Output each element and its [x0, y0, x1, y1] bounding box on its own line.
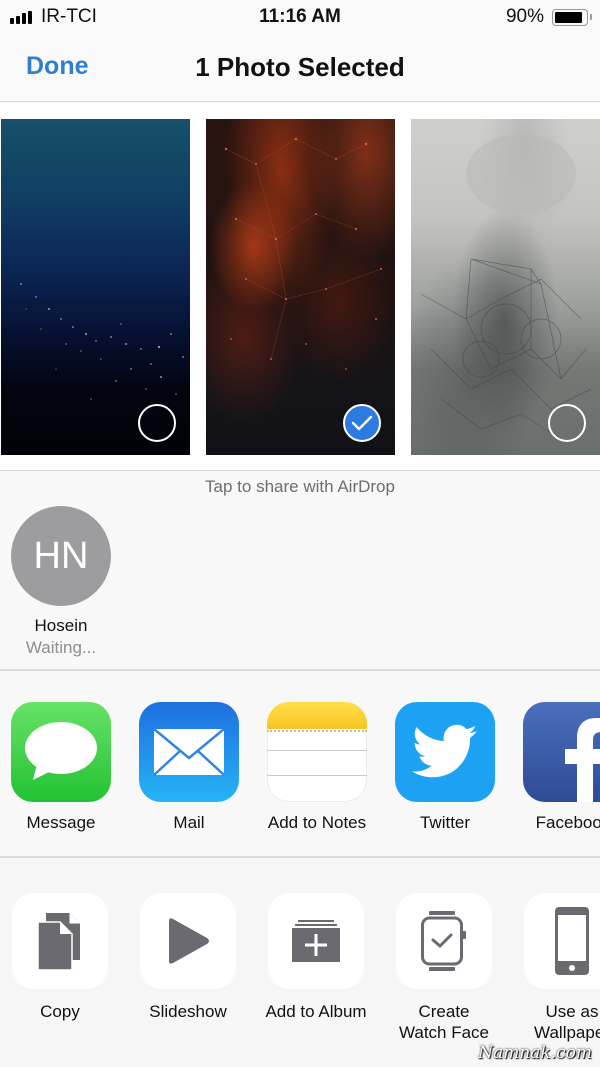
airdrop-hint: Tap to share with AirDrop	[205, 477, 395, 496]
share-apps-row[interactable]: Message Mail Add to Notes Twitter Facebo…	[0, 673, 600, 858]
add-album-icon	[268, 893, 364, 989]
watermark: Namnak.com	[478, 1043, 592, 1063]
contact-name: Hosein	[34, 616, 88, 635]
battery-icon	[552, 9, 588, 26]
app-label: Mail	[173, 813, 205, 832]
action-label-line2: Watch Face	[398, 1023, 490, 1042]
notes-icon	[267, 702, 367, 802]
airdrop-section: Tap to share with AirDrop HN Hosein Wait…	[0, 472, 600, 671]
airdrop-contact[interactable]: HN Hosein Waiting...	[8, 506, 114, 658]
checkmark-icon	[351, 415, 373, 431]
iphone-icon	[524, 893, 600, 989]
play-icon	[140, 893, 236, 989]
action-label: Add to Album	[265, 1002, 367, 1021]
app-label: Message	[26, 813, 96, 832]
mail-icon	[139, 702, 239, 802]
action-use-as-wallpaper[interactable]: Use as Wallpaper	[508, 893, 600, 1043]
photo-thumbnail-orange-network[interactable]	[206, 119, 395, 455]
action-label: Use as Wallpaper	[508, 1001, 600, 1043]
share-app-twitter[interactable]: Twitter	[385, 702, 505, 833]
watch-icon	[396, 893, 492, 989]
action-label: Create Watch Face	[380, 1001, 508, 1043]
battery-cap	[590, 14, 592, 20]
photo-thumbnail-gray-sketch[interactable]	[411, 119, 600, 455]
share-app-mail[interactable]: Mail	[129, 702, 249, 833]
avatar: HN	[11, 506, 111, 606]
share-app-facebook[interactable]: Facebook	[513, 702, 600, 833]
battery-percentage: 90%	[505, 6, 544, 27]
action-copy[interactable]: Copy	[0, 893, 124, 1022]
action-label-line1: Use as	[545, 1002, 599, 1021]
app-label: Twitter	[419, 813, 471, 832]
action-label: Copy	[40, 1002, 80, 1021]
facebook-icon	[523, 702, 600, 802]
app-label: Add to Notes	[267, 813, 367, 832]
selection-circle-unchecked[interactable]	[548, 404, 586, 442]
action-add-to-album[interactable]: Add to Album	[252, 893, 380, 1022]
app-label: Facebook	[535, 813, 600, 832]
status-bar: IR-TCI 11:16 AM 90%	[0, 0, 600, 34]
share-app-message[interactable]: Message	[1, 702, 121, 833]
share-app-notes[interactable]: Add to Notes	[257, 702, 377, 833]
selection-circle-unchecked[interactable]	[138, 404, 176, 442]
share-actions-row[interactable]: Copy Slideshow Add to Album Create Watch …	[0, 860, 600, 1067]
action-label: Slideshow	[149, 1002, 227, 1021]
photo-picker-strip[interactable]	[0, 103, 600, 471]
action-create-watch-face[interactable]: Create Watch Face	[380, 893, 508, 1043]
carrier-name: IR-TCI	[41, 6, 97, 27]
messages-icon	[11, 702, 111, 802]
selection-checkmark[interactable]	[343, 404, 381, 442]
copy-icon	[12, 893, 108, 989]
navigation-bar: Done 1 Photo Selected	[0, 34, 600, 102]
battery-level-fill	[555, 12, 582, 23]
action-slideshow[interactable]: Slideshow	[124, 893, 252, 1022]
action-label-line2: Wallpaper	[534, 1023, 600, 1042]
contact-status: Waiting...	[25, 638, 97, 657]
signal-strength-icon	[10, 11, 32, 24]
done-button[interactable]: Done	[26, 52, 89, 81]
photo-thumbnail-blue-particles[interactable]	[1, 119, 190, 455]
page-title: 1 Photo Selected	[195, 52, 405, 82]
twitter-icon	[395, 702, 495, 802]
action-label-line1: Create	[418, 1002, 470, 1021]
